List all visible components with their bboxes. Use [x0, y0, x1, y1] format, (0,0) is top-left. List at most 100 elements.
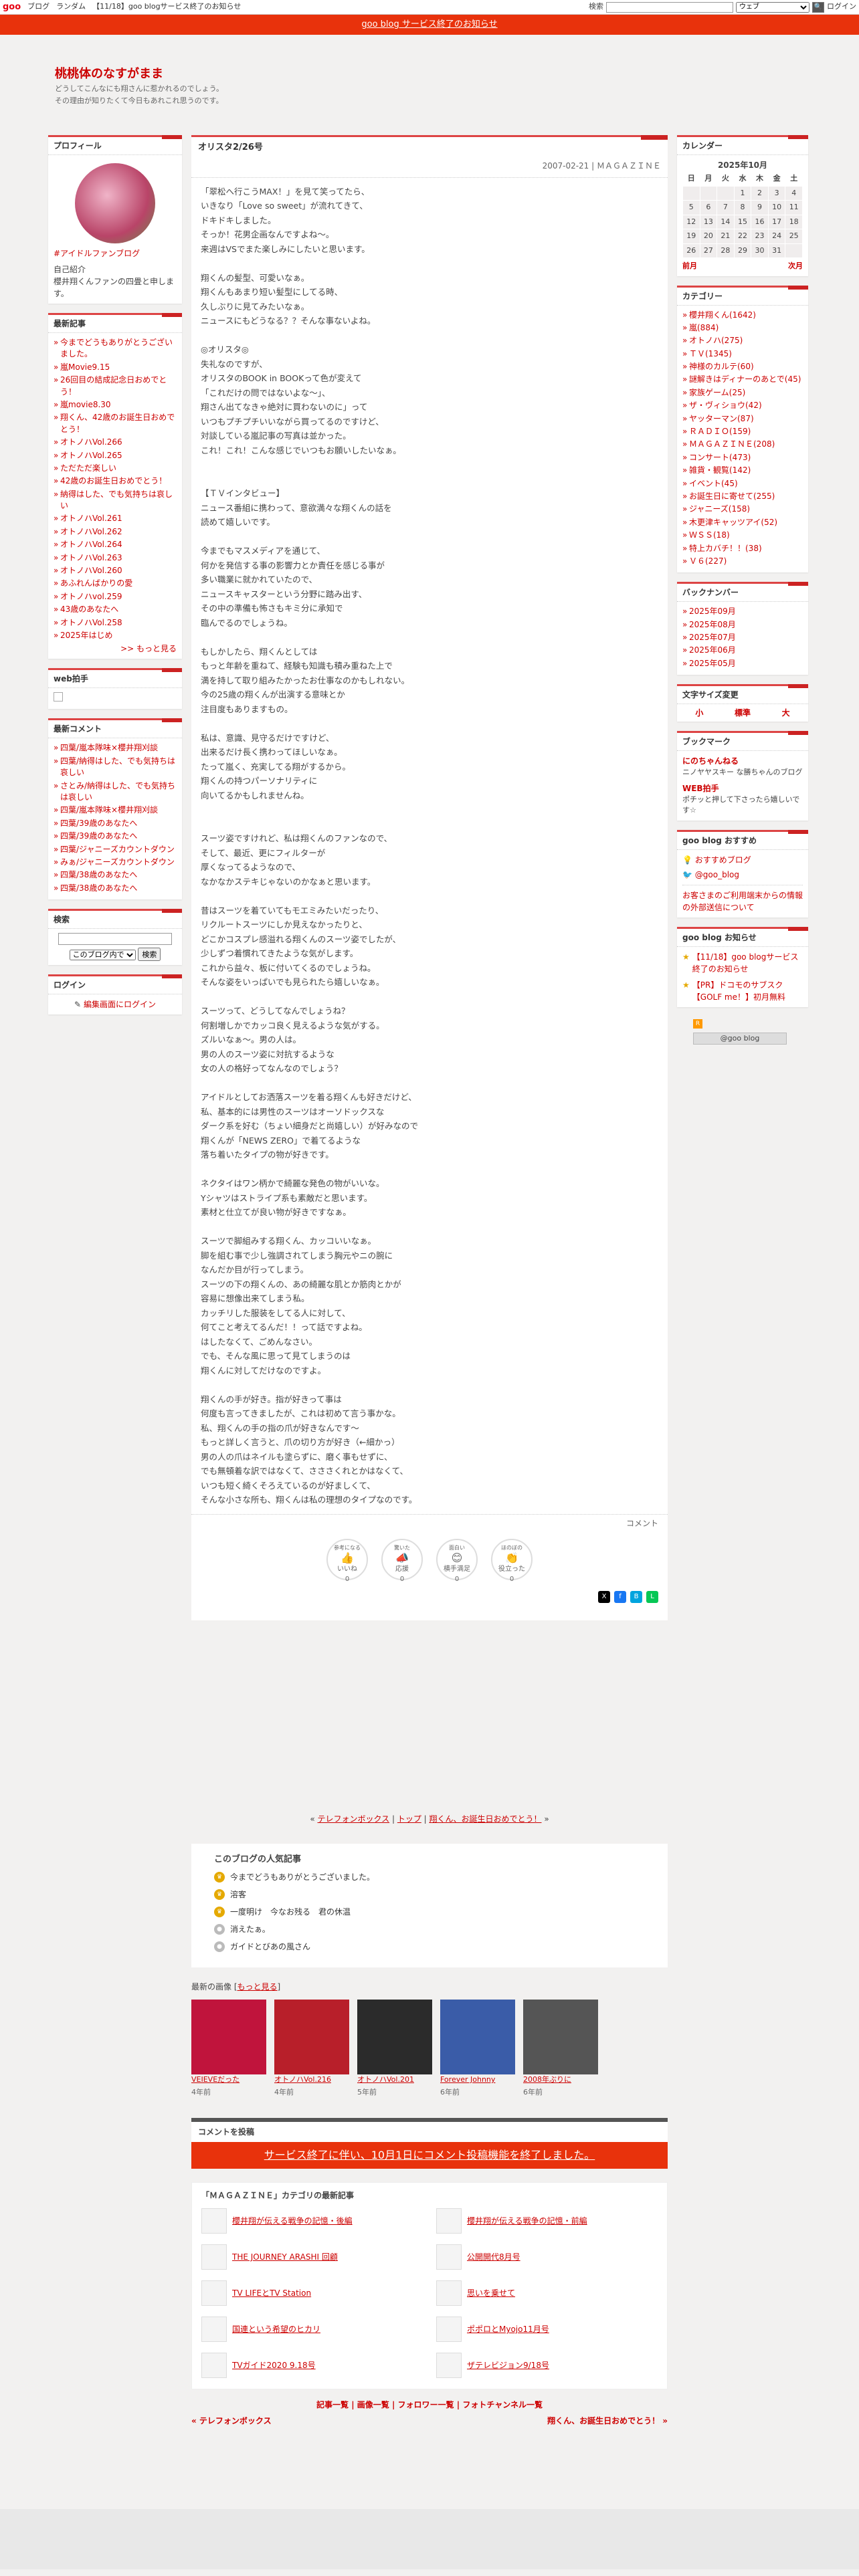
category-link[interactable]: ザ・ヴィショウ(42)	[689, 401, 762, 410]
backnumber-link[interactable]: 2025年08月	[689, 620, 736, 629]
comment-link[interactable]: 四葉/嵐本隊味×櫻井翔刈談	[60, 805, 158, 815]
external-transmission-link[interactable]: お客さまのご利用端末からの情報の外部送信について	[682, 891, 803, 912]
recent-link[interactable]: あふれんばかりの愛	[60, 578, 132, 588]
post-thumbnail-icon[interactable]	[201, 2280, 227, 2306]
category-link[interactable]: Ｖ６(227)	[689, 556, 727, 566]
thumbnail-image[interactable]	[523, 2000, 598, 2074]
backnumber-link[interactable]: 2025年09月	[689, 607, 736, 616]
comment-link[interactable]: 四葉/ジャニーズカウントダウン	[60, 845, 175, 854]
category-newest-link[interactable]: THE JOURNEY ARASHI 回顧	[232, 2251, 338, 2263]
category-link[interactable]: ＭＡＧＡＺＩＮＥ(208)	[689, 439, 775, 449]
recent-link[interactable]: オトノハvol.259	[60, 592, 122, 601]
comment-link[interactable]: さとみ/納得はした、でも気持ちは哀しい	[60, 781, 175, 802]
comment-link[interactable]: 四葉/納得はした、でも気持ちは哀しい	[60, 756, 175, 777]
category-newest-link[interactable]: 思いを乗せて	[467, 2287, 515, 2299]
post-thumbnail-icon[interactable]	[201, 2353, 227, 2378]
category-newest-link[interactable]: TV LIFEとTV Station	[232, 2287, 311, 2299]
recent-link[interactable]: 嵐movie8.30	[60, 400, 111, 409]
recent-link[interactable]: 26回目の結成記念日おめでとう！	[60, 375, 167, 396]
category-link[interactable]: ＲＡＤＩＯ(159)	[689, 427, 751, 436]
x-share-icon[interactable]: X	[598, 1590, 610, 1603]
prev-entry-link[interactable]: « テレフォンボックス	[191, 2415, 272, 2427]
category-link[interactable]: お誕生日に寄せて(255)	[689, 492, 775, 501]
recent-link[interactable]: オトノハVol.262	[60, 527, 122, 536]
thumbnail-image[interactable]	[440, 2000, 515, 2074]
popular-link[interactable]: 一度明け 今なお残る 君の休温	[230, 1906, 351, 1918]
thumbnail-image[interactable]	[274, 2000, 349, 2074]
entry-comment-link[interactable]: コメント	[626, 1519, 658, 1528]
backnumber-link[interactable]: 2025年05月	[689, 659, 736, 668]
image-title-link[interactable]: オトノハVol.216	[274, 2074, 349, 2086]
recent-link[interactable]: オトノハVol.260	[60, 566, 122, 575]
comment-closed-banner[interactable]: サービス終了に伴い、10月1日にコメント投稿機能を終了しました。	[191, 2142, 668, 2169]
bookmark-link-2[interactable]: WEB拍手	[682, 784, 719, 793]
recent-link[interactable]: ただただ楽しい	[60, 463, 116, 473]
webclap-image-icon[interactable]	[54, 692, 63, 702]
blog-search-scope[interactable]: このブログ内で	[69, 950, 136, 961]
service-end-banner[interactable]: goo blog サービス終了のお知らせ	[0, 15, 859, 35]
category-link[interactable]: 木更津キャッツアイ(52)	[689, 518, 777, 527]
goo-blog-badge[interactable]: @goo blog	[693, 1032, 787, 1045]
recent-link[interactable]: 43歳のあなたへ	[60, 605, 118, 614]
comment-link[interactable]: 四葉/39歳のあなたへ	[60, 819, 137, 828]
images-more[interactable]: もっと見る	[237, 1982, 278, 1992]
pagenav-next[interactable]: 翔くん、お誕生日おめでとう！	[430, 1814, 542, 1824]
category-link[interactable]: ＷＳＳ(18)	[689, 530, 730, 540]
recent-link[interactable]: オトノハVol.258	[60, 618, 122, 627]
topbar-search-input[interactable]	[606, 1, 733, 13]
calendar-next[interactable]: 次月	[788, 261, 803, 272]
goo-twitter-link[interactable]: @goo_blog	[695, 870, 739, 879]
blog-search-button[interactable]: 検索	[138, 948, 161, 962]
comment-link[interactable]: 四葉/38歳のあなたへ	[60, 870, 137, 879]
reaction-button[interactable]: 参考になる 👍 いいね 0	[326, 1538, 368, 1583]
recent-link[interactable]: オトノハVol.261	[60, 514, 122, 523]
recent-link[interactable]: オトノハVol.265	[60, 451, 122, 460]
category-link[interactable]: コンサート(473)	[689, 453, 751, 462]
category-newest-link[interactable]: TVガイド2020 9.18号	[232, 2359, 316, 2371]
topbar-link-blog[interactable]: ブログ	[27, 1, 50, 13]
recommend-blog-link[interactable]: おすすめブログ	[695, 855, 751, 865]
textsize-large[interactable]: 大	[782, 707, 790, 719]
footlink-photochannel[interactable]: フォトチャンネル一覧	[462, 2400, 543, 2409]
recent-link[interactable]: 42歳のお誕生日おめでとう！	[60, 476, 167, 486]
rss-icon[interactable]: R	[693, 1018, 702, 1029]
category-link[interactable]: 謎解きはディナーのあとで(45)	[689, 374, 801, 384]
comment-link[interactable]: 四葉/39歳のあなたへ	[60, 831, 137, 841]
footlink-posts[interactable]: 記事一覧	[316, 2400, 349, 2409]
thumbnail-image[interactable]	[191, 2000, 266, 2074]
thumbnail-image[interactable]	[357, 2000, 432, 2074]
post-thumbnail-icon[interactable]	[201, 2244, 227, 2270]
reaction-button[interactable]: ほのぼの 👏 役立った 0	[491, 1538, 533, 1583]
goo-logo[interactable]: goo	[3, 1, 21, 14]
comment-link[interactable]: 四葉/38歳のあなたへ	[60, 883, 137, 893]
category-link[interactable]: オトノハ(275)	[689, 336, 743, 345]
line-share-icon[interactable]: L	[646, 1590, 658, 1603]
recent-link[interactable]: オトノハVol.263	[60, 553, 122, 562]
category-link[interactable]: 雑貨・観覧(142)	[689, 465, 751, 475]
post-thumbnail-icon[interactable]	[201, 2317, 227, 2342]
image-title-link[interactable]: オトノハVol.201	[357, 2074, 432, 2086]
post-thumbnail-icon[interactable]	[436, 2280, 462, 2306]
recent-link[interactable]: 2025年はじめ	[60, 631, 113, 640]
category-link[interactable]: 特上カバチ！！(38)	[689, 544, 762, 553]
notice-link-2[interactable]: 【PR】ドコモのサブスク【GOLF me！】初月無料	[692, 979, 803, 1003]
bookmark-link-1[interactable]: にのちゃんねる	[682, 756, 739, 766]
next-entry-link[interactable]: 翔くん、お誕生日おめでとう！ »	[547, 2415, 668, 2427]
popular-link[interactable]: 今までどうもありがとうございました。	[230, 1871, 375, 1883]
category-newest-link[interactable]: 国連という希望のヒカリ	[232, 2323, 320, 2335]
popular-link[interactable]: 消えたぁ。	[230, 1923, 270, 1935]
category-link[interactable]: 神様のカルテ(60)	[689, 362, 754, 371]
textsize-small[interactable]: 小	[695, 707, 703, 719]
backnumber-link[interactable]: 2025年07月	[689, 633, 736, 642]
profile-name-link[interactable]: #アイドルファンブログ	[54, 247, 177, 259]
backnumber-link[interactable]: 2025年06月	[689, 645, 736, 655]
category-link[interactable]: イベント(45)	[689, 479, 738, 488]
reaction-button[interactable]: 驚いた 📣 応援 0	[381, 1538, 423, 1583]
category-link[interactable]: 嵐(884)	[689, 323, 719, 332]
search-icon[interactable]: 🔍	[812, 1, 824, 13]
entry-title[interactable]: オリスタ2/26号	[191, 137, 668, 158]
blog-title[interactable]: 桃桃体のなすがまま	[55, 65, 859, 83]
recent-link[interactable]: 嵐Movie9.15	[60, 362, 110, 372]
image-title-link[interactable]: VEIEVEだった	[191, 2074, 266, 2086]
post-thumbnail-icon[interactable]	[436, 2208, 462, 2234]
